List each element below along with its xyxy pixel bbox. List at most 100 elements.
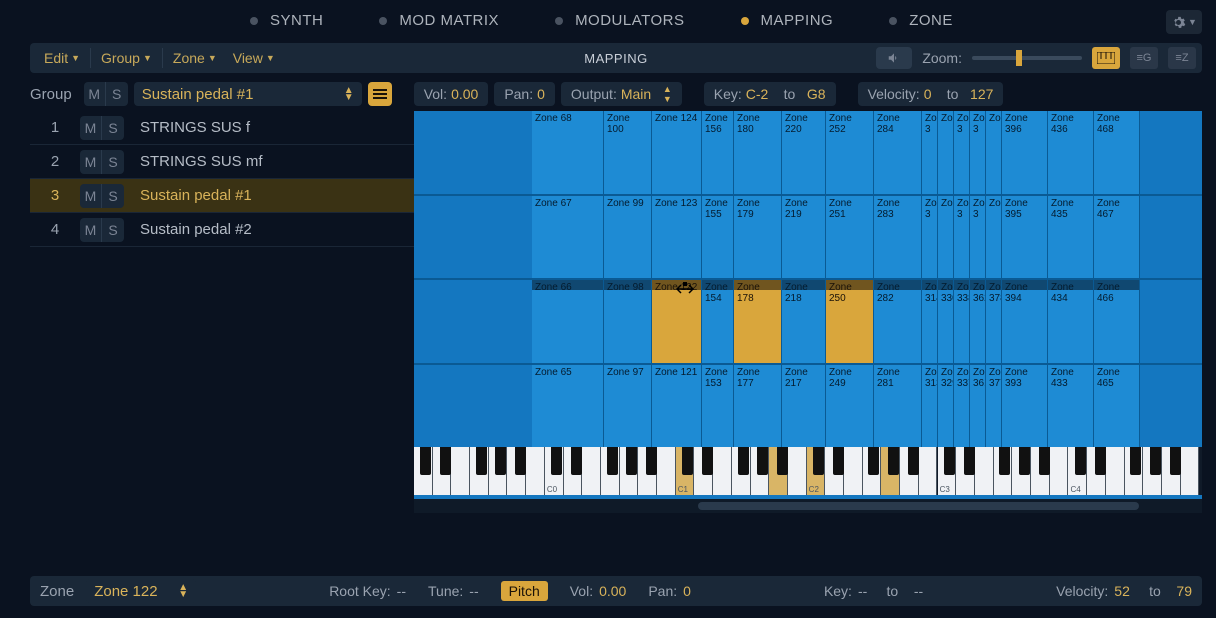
- zone-cell[interactable]: Zone 377: [986, 365, 1002, 448]
- header-pan[interactable]: Pan:0: [494, 82, 555, 106]
- zone-cell[interactable]: Zone 154: [702, 280, 734, 363]
- zone-cell[interactable]: Zone 338: [954, 280, 970, 363]
- black-key[interactable]: [476, 447, 487, 475]
- zone-cell[interactable]: Zone: [938, 196, 954, 279]
- zone-cell[interactable]: Zone: [986, 111, 1002, 194]
- zone-cell[interactable]: Zone 123: [652, 196, 702, 279]
- white-key[interactable]: [1181, 447, 1200, 495]
- zone-cell[interactable]: Zone 155: [702, 196, 734, 279]
- zone-cell[interactable]: Zone 250: [826, 280, 874, 363]
- header-output[interactable]: Output:Main ▲▼: [561, 82, 682, 106]
- black-key[interactable]: [833, 447, 844, 475]
- zone-cell[interactable]: Zone 395: [1002, 196, 1048, 279]
- black-key[interactable]: [738, 447, 749, 475]
- white-key[interactable]: [526, 447, 545, 495]
- black-key[interactable]: [440, 447, 451, 475]
- footer-velocity-range[interactable]: Velocity:: [1056, 583, 1108, 599]
- pitch-button[interactable]: Pitch: [501, 581, 548, 601]
- zone-cell[interactable]: Zone 177: [734, 365, 782, 448]
- white-key[interactable]: [919, 447, 938, 495]
- group-mute-button[interactable]: M: [80, 150, 102, 174]
- settings-menu-button[interactable]: ▼: [1166, 10, 1202, 34]
- zone-cell[interactable]: Zone 3: [922, 196, 938, 279]
- zone-cell[interactable]: Zone 396: [1002, 111, 1048, 194]
- zone-cell[interactable]: Zone 329: [938, 365, 954, 448]
- zone-cell[interactable]: Zone 465: [1094, 365, 1140, 448]
- zone-cell[interactable]: Zone 65: [532, 365, 604, 448]
- zone-cell[interactable]: Zone: [938, 111, 954, 194]
- black-key[interactable]: [646, 447, 657, 475]
- zone-cell[interactable]: Zone 313: [922, 365, 938, 448]
- zone-cell[interactable]: Zone 3: [954, 111, 970, 194]
- group-menu[interactable]: Group▼: [93, 50, 160, 66]
- zone-cell[interactable]: Zone 178: [734, 280, 782, 363]
- header-mute-button[interactable]: M: [84, 82, 106, 106]
- black-key[interactable]: [626, 447, 637, 475]
- zone-cell[interactable]: Zone 218: [782, 280, 826, 363]
- group-solo-button[interactable]: S: [102, 218, 124, 242]
- zone-cell[interactable]: Zone 468: [1094, 111, 1140, 194]
- white-key[interactable]: [657, 447, 676, 495]
- tab-mapping[interactable]: MAPPING: [741, 12, 834, 29]
- footer-root-key[interactable]: Root Key:: [329, 583, 390, 599]
- view-mode-keyboard-button[interactable]: [1092, 47, 1120, 69]
- zone-cell[interactable]: Zone 282: [874, 280, 922, 363]
- header-key-range[interactable]: Key:C-2 to G8: [704, 82, 836, 106]
- footer-tune[interactable]: Tune:: [428, 583, 463, 599]
- group-mute-button[interactable]: M: [80, 116, 102, 140]
- black-key[interactable]: [777, 447, 788, 475]
- black-key[interactable]: [999, 447, 1010, 475]
- white-key[interactable]: [713, 447, 732, 495]
- white-key[interactable]: [582, 447, 601, 495]
- tab-zone[interactable]: ZONE: [889, 12, 953, 29]
- zone-cell[interactable]: Zone 3: [922, 111, 938, 194]
- black-key[interactable]: [551, 447, 562, 475]
- zone-cell[interactable]: Zone 434: [1048, 280, 1094, 363]
- white-key[interactable]: [1106, 447, 1125, 495]
- zone-cell[interactable]: Zone 393: [1002, 365, 1048, 448]
- group-mute-button[interactable]: M: [80, 218, 102, 242]
- zone-cell[interactable]: Zone 362: [970, 280, 986, 363]
- zone-cell[interactable]: Zone 217: [782, 365, 826, 448]
- group-row[interactable]: 4 M S Sustain pedal #2: [30, 213, 414, 247]
- group-name-select[interactable]: Sustain pedal #1 ▲▼: [134, 82, 362, 106]
- black-key[interactable]: [420, 447, 431, 475]
- zone-cell[interactable]: Zone 378: [986, 280, 1002, 363]
- zone-cell[interactable]: Zone 100: [604, 111, 652, 194]
- header-solo-button[interactable]: S: [106, 82, 128, 106]
- zone-cell[interactable]: Zone 435: [1048, 196, 1094, 279]
- keyboard[interactable]: C0C1C2C3C4: [414, 447, 1202, 495]
- zone-cell[interactable]: Zone 394: [1002, 280, 1048, 363]
- zone-cell[interactable]: Zone 220: [782, 111, 826, 194]
- zone-cell[interactable]: Zone 284: [874, 111, 922, 194]
- zone-cell[interactable]: Zone 314: [922, 280, 938, 363]
- black-key[interactable]: [571, 447, 582, 475]
- black-key[interactable]: [888, 447, 899, 475]
- black-key[interactable]: [682, 447, 693, 475]
- zone-cell[interactable]: Zone 180: [734, 111, 782, 194]
- group-mute-button[interactable]: M: [80, 184, 102, 208]
- zone-cell[interactable]: Zone 121: [652, 365, 702, 448]
- black-key[interactable]: [868, 447, 879, 475]
- black-key[interactable]: [757, 447, 768, 475]
- zone-cell[interactable]: Zone 330: [938, 280, 954, 363]
- audition-speaker-button[interactable]: [876, 47, 912, 69]
- tab-mod-matrix[interactable]: MOD MATRIX: [379, 12, 499, 29]
- tab-synth[interactable]: SYNTH: [250, 12, 323, 29]
- zone-cell[interactable]: Zone 122: [652, 280, 702, 363]
- edit-menu[interactable]: Edit▼: [36, 50, 88, 66]
- view-mode-group-button[interactable]: ≡G: [1130, 47, 1158, 69]
- view-mode-zone-button[interactable]: ≡Z: [1168, 47, 1196, 69]
- zone-cell[interactable]: Zone 251: [826, 196, 874, 279]
- group-solo-button[interactable]: S: [102, 150, 124, 174]
- zone-cell[interactable]: Zone 361: [970, 365, 986, 448]
- group-solo-button[interactable]: S: [102, 184, 124, 208]
- view-menu[interactable]: View▼: [225, 50, 283, 66]
- black-key[interactable]: [1095, 447, 1106, 475]
- zone-cell[interactable]: Zone: [986, 196, 1002, 279]
- zone-cell[interactable]: Zone 3: [970, 111, 986, 194]
- zone-cell[interactable]: Zone 3: [970, 196, 986, 279]
- zone-cell[interactable]: Zone 433: [1048, 365, 1094, 448]
- black-key[interactable]: [1075, 447, 1086, 475]
- tab-modulators[interactable]: MODULATORS: [555, 12, 684, 29]
